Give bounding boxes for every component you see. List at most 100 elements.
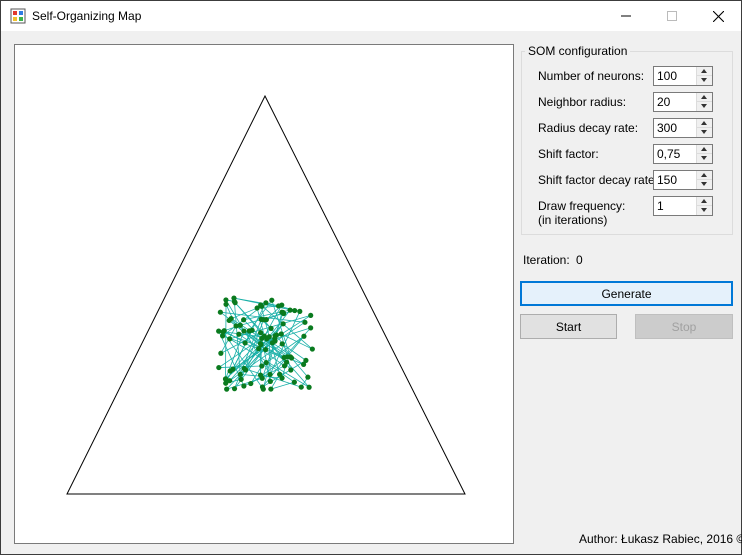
- neuron-point: [268, 325, 274, 331]
- shift-decay-label: Shift factor decay rate:: [538, 173, 659, 187]
- shift-decay-input[interactable]: 150: [653, 170, 713, 190]
- neuron-point: [288, 367, 294, 373]
- radius-decay-down-button[interactable]: [697, 128, 712, 137]
- neuron-point: [291, 379, 297, 385]
- neuron-point: [284, 354, 291, 360]
- start-button[interactable]: Start: [520, 314, 617, 339]
- neuron-point: [292, 307, 298, 314]
- shift-factor-input[interactable]: 0,75: [653, 144, 713, 164]
- radius-decay-up-button[interactable]: [697, 119, 712, 128]
- shift-factor-down-button[interactable]: [697, 154, 712, 163]
- neuron-point: [308, 312, 314, 319]
- neuron-point: [246, 328, 252, 334]
- stop-button[interactable]: Stop: [635, 314, 733, 339]
- neuron-point: [309, 346, 315, 352]
- neurons-up-button[interactable]: [697, 67, 712, 76]
- neuron-point: [308, 325, 314, 331]
- neuron-point: [298, 384, 304, 390]
- neuron-point: [267, 378, 273, 384]
- neurons-down-button[interactable]: [697, 76, 712, 85]
- neuron-point: [263, 300, 269, 306]
- neuron-point: [258, 330, 264, 336]
- radius-label: Neighbor radius:: [538, 95, 627, 109]
- neuron-point: [242, 340, 248, 346]
- neuron-point: [259, 375, 265, 381]
- maximize-icon: [667, 11, 677, 21]
- radius-up-button[interactable]: [697, 93, 712, 102]
- neuron-point: [305, 374, 311, 380]
- shift-decay-up-button[interactable]: [697, 171, 712, 180]
- neuron-point: [224, 386, 230, 392]
- minimize-icon: [621, 15, 631, 17]
- neuron-point: [277, 371, 283, 377]
- neuron-point: [279, 341, 285, 347]
- neuron-point: [258, 302, 264, 308]
- neuron-point: [257, 341, 264, 347]
- neuron-point: [262, 346, 269, 353]
- draw-frequency-input[interactable]: 1: [653, 196, 713, 216]
- neuron-point: [233, 323, 239, 329]
- chevron-down-icon: [701, 104, 707, 108]
- iteration-value: 0: [576, 253, 583, 267]
- chevron-up-icon: [701, 69, 707, 73]
- chevron-up-icon: [701, 173, 707, 177]
- shift-factor-value: 0,75: [657, 147, 681, 161]
- neuron-point: [216, 364, 222, 371]
- neuron-point: [236, 331, 242, 337]
- neuron-point: [256, 346, 262, 352]
- draw-frequency-label-main: Draw frequency:: [538, 199, 626, 213]
- neuron-point: [301, 333, 307, 339]
- som-canvas: [14, 44, 514, 544]
- neuron-point: [241, 365, 247, 372]
- chevron-down-icon: [701, 208, 707, 212]
- app-icon: [10, 8, 26, 24]
- neuron-point: [306, 384, 312, 390]
- generate-button[interactable]: Generate: [520, 281, 733, 306]
- neuron-point: [238, 376, 244, 382]
- shift-decay-down-button[interactable]: [697, 180, 712, 189]
- neuron-point: [281, 310, 287, 317]
- neuron-point: [231, 295, 237, 301]
- neuron-point: [241, 328, 247, 334]
- maximize-button[interactable]: [649, 1, 695, 31]
- neuron-point: [275, 303, 282, 309]
- draw-frequency-up-button[interactable]: [697, 197, 712, 206]
- chevron-up-icon: [701, 147, 707, 151]
- neuron-point: [241, 317, 247, 323]
- chevron-up-icon: [701, 95, 707, 99]
- chevron-down-icon: [701, 130, 707, 134]
- neuron-point: [278, 331, 284, 337]
- neuron-point: [259, 363, 265, 369]
- neurons-value: 100: [657, 69, 678, 83]
- neuron-point: [218, 350, 224, 356]
- minimize-button[interactable]: [603, 1, 649, 31]
- neuron-point: [269, 297, 275, 303]
- triangle-boundary: [66, 94, 466, 495]
- close-button[interactable]: [695, 1, 741, 31]
- radius-value: 20: [657, 95, 671, 109]
- draw-frequency-label: Draw frequency: (in iterations): [538, 199, 625, 227]
- neuron-point: [264, 336, 270, 342]
- shift-factor-up-button[interactable]: [697, 145, 712, 154]
- radius-down-button[interactable]: [697, 102, 712, 111]
- shift-factor-label: Shift factor:: [538, 147, 599, 161]
- radius-decay-value: 300: [657, 121, 678, 135]
- main-window: Self-Organizing Map SOM configuration Nu…: [0, 0, 742, 555]
- close-icon: [712, 10, 724, 22]
- title-bar[interactable]: Self-Organizing Map: [1, 1, 741, 31]
- neurons-input[interactable]: 100: [653, 66, 713, 86]
- neuron-point: [220, 329, 226, 335]
- chevron-up-icon: [701, 121, 707, 125]
- neuron-point: [272, 338, 278, 344]
- neuron-point: [300, 361, 307, 368]
- neuron-point: [280, 321, 286, 327]
- draw-frequency-down-button[interactable]: [697, 206, 712, 215]
- chevron-down-icon: [701, 182, 707, 186]
- neuron-point: [228, 315, 234, 322]
- neuron-point: [268, 386, 274, 392]
- radius-input[interactable]: 20: [653, 92, 713, 112]
- neuron-point: [283, 359, 290, 365]
- chevron-up-icon: [701, 199, 707, 203]
- neuron-point: [217, 309, 223, 315]
- radius-decay-input[interactable]: 300: [653, 118, 713, 138]
